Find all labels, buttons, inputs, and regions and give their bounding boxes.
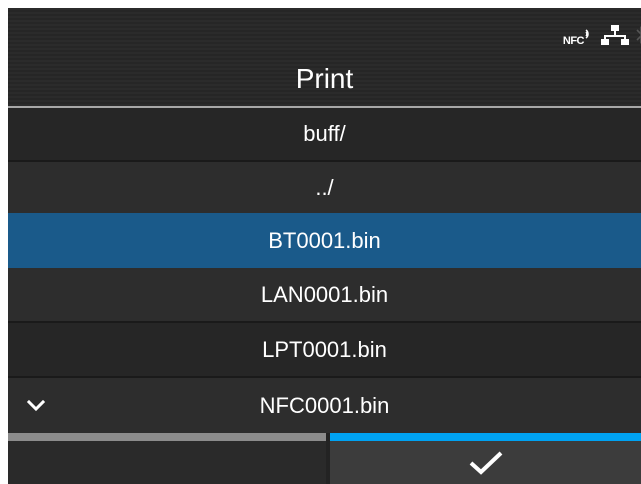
current-path: buff/	[8, 108, 641, 160]
header: NFC Print	[8, 8, 641, 106]
checkmark-icon	[469, 451, 502, 475]
left-button-indicator	[8, 433, 326, 441]
nfc-icon: NFC	[563, 27, 595, 47]
printer-display: NFC Print buff/ ../ BT0001.bin LAN0001.b…	[8, 8, 641, 484]
list-item-parent-dir[interactable]: ../	[8, 162, 641, 213]
list-item[interactable]: LPT0001.bin	[8, 323, 641, 376]
status-bar: NFC	[563, 24, 641, 50]
list-item-label: NFC0001.bin	[259, 392, 390, 418]
list-item[interactable]: LAN0001.bin	[8, 268, 641, 321]
list-item[interactable]: NFC0001.bin	[8, 378, 641, 433]
list-item-label: LPT0001.bin	[262, 336, 387, 362]
list-item-label: BT0001.bin	[268, 227, 381, 253]
bluetooth-icon	[635, 23, 641, 52]
confirm-button[interactable]	[330, 441, 641, 484]
lan-network-icon	[601, 24, 629, 51]
list-item-selected[interactable]: BT0001.bin	[8, 213, 641, 268]
back-button[interactable]	[8, 441, 326, 484]
chevron-down-icon[interactable]	[26, 399, 46, 413]
page-title: Print	[295, 63, 354, 94]
list-item-label: LAN0001.bin	[260, 281, 389, 307]
current-path-label: buff/	[303, 121, 346, 146]
list-item-label: ../	[315, 174, 334, 200]
right-button-indicator	[330, 433, 641, 441]
